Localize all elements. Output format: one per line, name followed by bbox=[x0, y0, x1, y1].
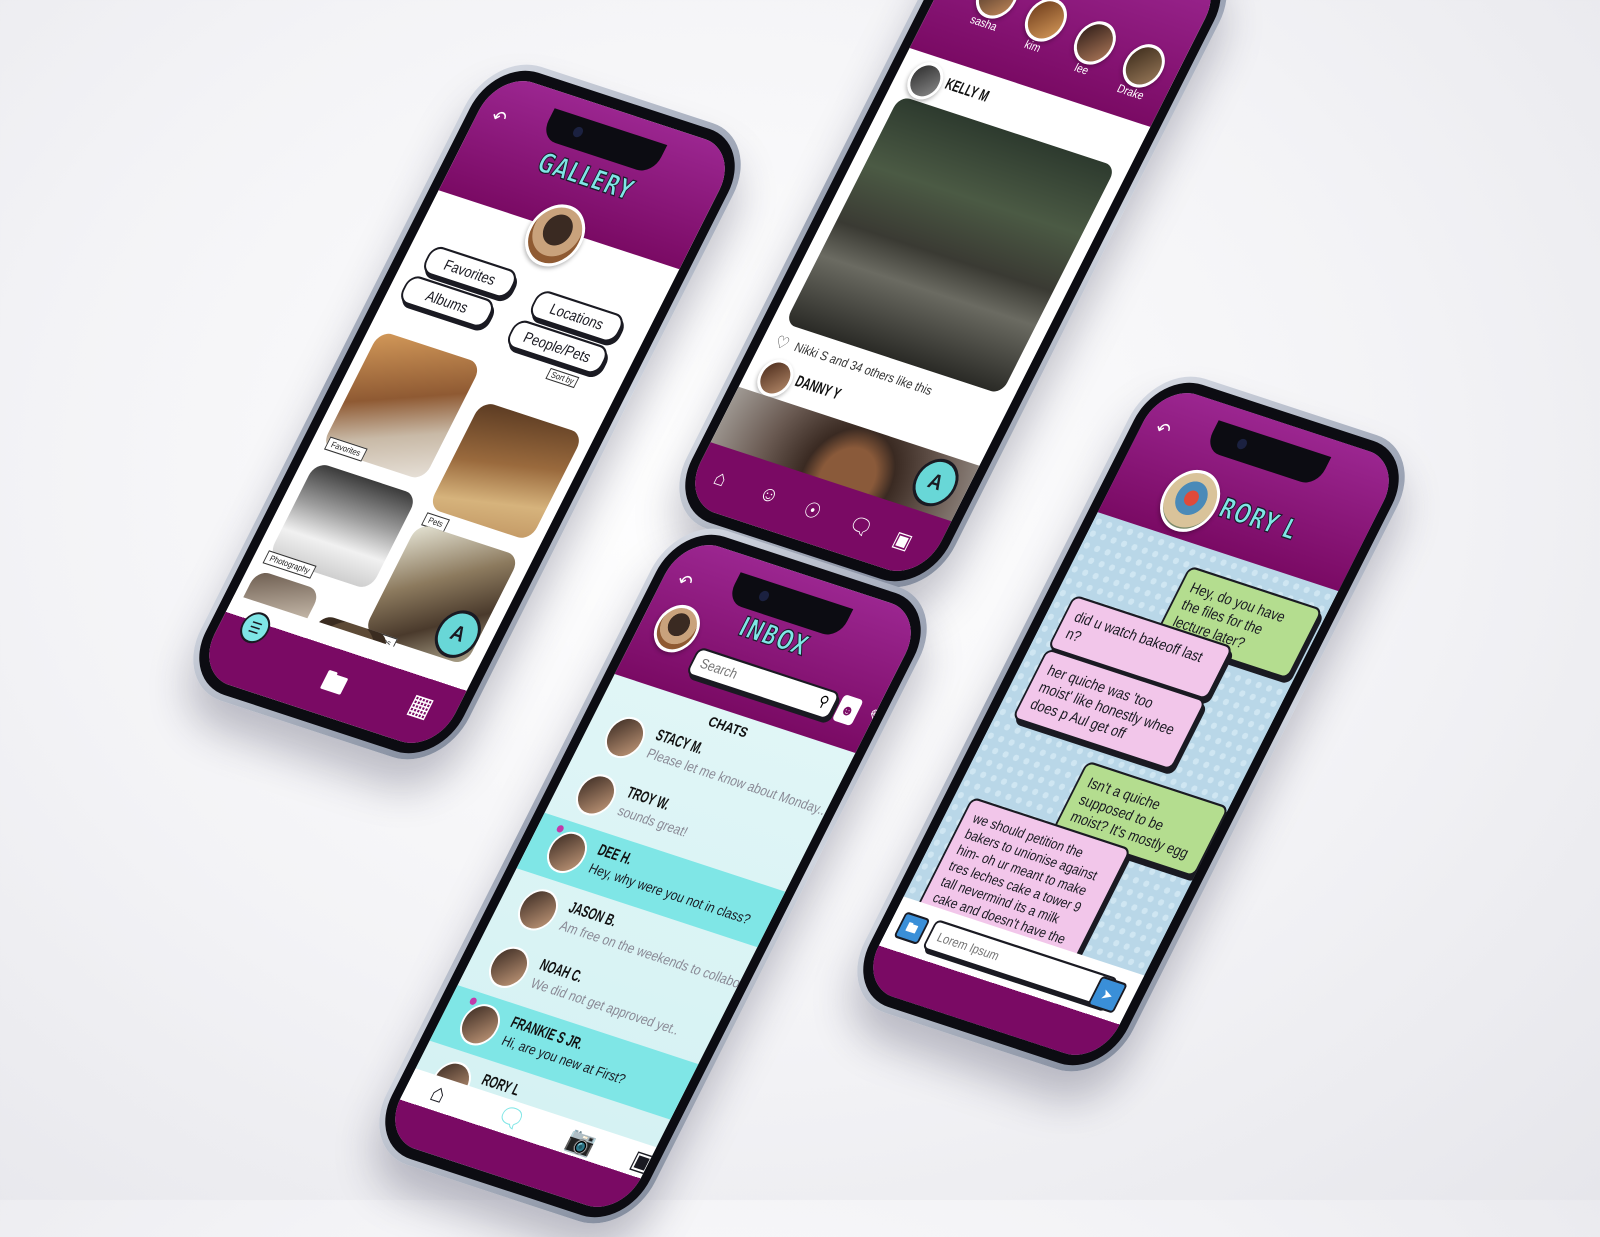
chat-avatar bbox=[452, 999, 508, 1051]
gallery-icon[interactable]: ▣ bbox=[888, 525, 917, 555]
menu-icon[interactable]: ☰ bbox=[234, 608, 276, 647]
contact-avatar[interactable] bbox=[1149, 462, 1232, 540]
sort-by-control[interactable]: Sort by bbox=[545, 367, 580, 389]
back-arrow-icon[interactable]: ↶ bbox=[487, 106, 510, 131]
story-item[interactable]: Drake bbox=[1109, 39, 1173, 104]
chat-avatar bbox=[539, 826, 595, 878]
chat-icon[interactable]: 🗨 bbox=[843, 511, 877, 543]
stories-bar: sasha kim lee Drake bbox=[909, 0, 1226, 127]
back-arrow-icon[interactable]: ↶ bbox=[1151, 418, 1174, 443]
grid-icon[interactable]: ▦ bbox=[403, 687, 439, 725]
chat-avatar bbox=[597, 711, 653, 763]
next-post-author[interactable]: DANNY Y bbox=[792, 372, 844, 403]
chat-avatar bbox=[481, 941, 537, 993]
home-icon[interactable]: ⌂ bbox=[709, 466, 731, 492]
search-icon[interactable]: ⚲ bbox=[815, 692, 832, 712]
home-icon[interactable]: ⌂ bbox=[425, 1078, 451, 1110]
gallery-header: ↶ GALLERY bbox=[438, 71, 740, 270]
contact-name: RORY L bbox=[1213, 492, 1304, 547]
post-photo[interactable] bbox=[784, 95, 1117, 395]
chat-icon[interactable]: 🗨 bbox=[490, 1100, 531, 1137]
post-author-avatar[interactable] bbox=[900, 57, 950, 104]
story-item[interactable]: sasha bbox=[962, 0, 1026, 36]
smile-icon[interactable]: ☺ bbox=[754, 481, 784, 510]
chat-avatar bbox=[510, 884, 566, 936]
heart-icon[interactable]: ♡ bbox=[771, 331, 793, 355]
profile-icon[interactable]: ☉ bbox=[798, 496, 826, 526]
post-author[interactable]: KELLY M bbox=[942, 75, 992, 106]
chat-avatar bbox=[568, 769, 624, 821]
back-arrow-icon[interactable]: ↶ bbox=[673, 570, 696, 595]
camera-icon[interactable]: 📷 bbox=[561, 1123, 601, 1160]
folder-icon[interactable]: 🖿 bbox=[310, 661, 355, 712]
story-item[interactable]: kim bbox=[1011, 0, 1075, 59]
story-item[interactable]: lee bbox=[1060, 16, 1124, 81]
